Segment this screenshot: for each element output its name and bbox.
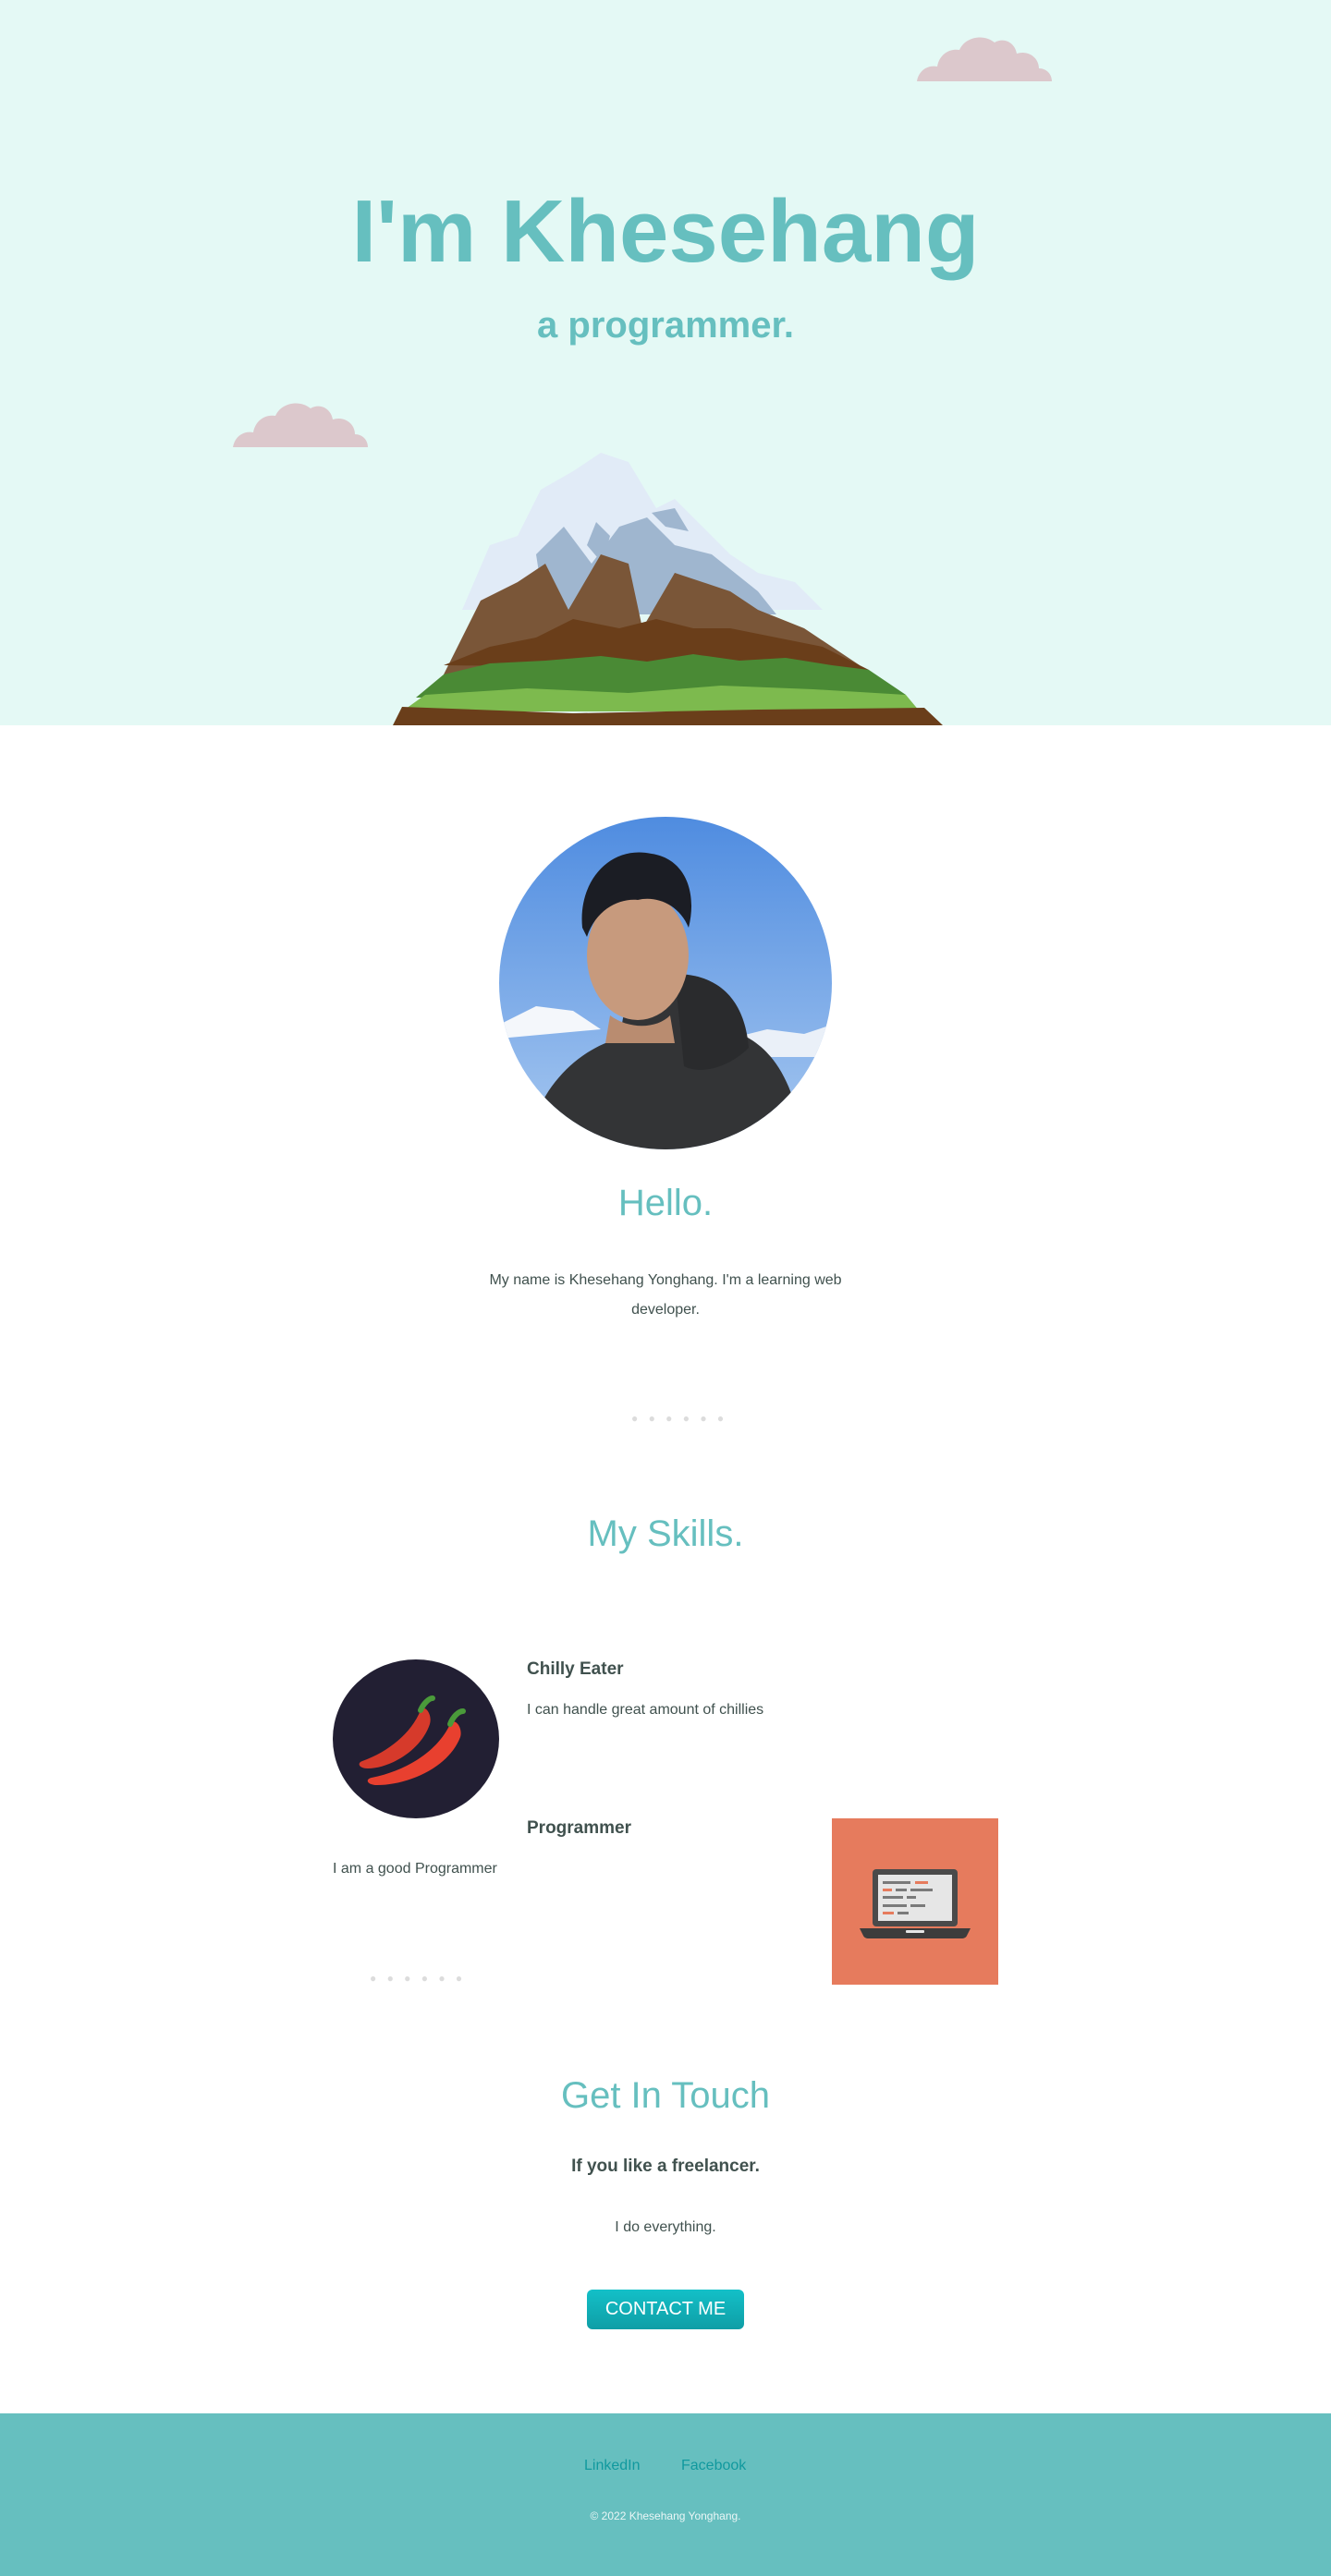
contact-heading: Get In Touch	[560, 2075, 771, 2116]
contact-me-button[interactable]: CONTACT ME	[587, 2290, 744, 2329]
hero-subtitle: a programmer.	[537, 305, 794, 346]
about-heading: Hello.	[617, 1183, 714, 1223]
contact-subheading: If you like a freelancer.	[571, 2157, 760, 2176]
footer-link-facebook[interactable]: Facebook	[681, 2458, 746, 2474]
profile-photo	[499, 817, 832, 1149]
copyright-text: © 2022 Khesehang Yonghang.	[590, 2509, 741, 2522]
hero-section: I'm Khesehang a programmer.	[0, 0, 1331, 725]
hero-title: I'm Khesehang	[351, 182, 980, 281]
portrait-image	[499, 817, 832, 1149]
footer: LinkedIn Facebook © 2022 Khesehang Yongh…	[0, 2413, 1331, 2576]
laptop-icon	[832, 1818, 998, 1985]
about-text: My name is Khesehang Yonghang. I'm a lea…	[489, 1272, 842, 1318]
divider-dots: ● ● ● ● ● ●	[631, 1412, 728, 1425]
skill-description: I can handle great amount of chillies	[527, 1702, 764, 1718]
chili-pepper-icon	[333, 1659, 499, 1818]
contact-text: I do everything.	[615, 2219, 716, 2235]
skills-heading: My Skills.	[587, 1513, 744, 1554]
mountain-illustration	[393, 453, 943, 725]
divider-dots: ● ● ● ● ● ●	[370, 1972, 467, 1985]
cloud-icon	[233, 403, 368, 447]
skill-description: I am a good Programmer	[333, 1861, 497, 1877]
skill-name: Programmer	[527, 1818, 631, 1838]
footer-link-linkedin[interactable]: LinkedIn	[584, 2458, 641, 2474]
skill-name: Chilly Eater	[527, 1659, 624, 1679]
cloud-icon	[917, 37, 1052, 81]
